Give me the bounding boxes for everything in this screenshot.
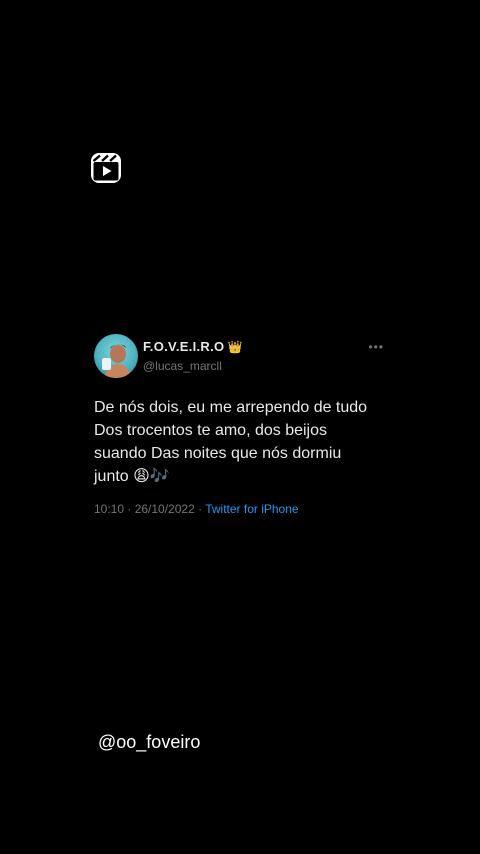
tweet-meta: 10:10 · 26/10/2022 · Twitter for iPhone: [94, 502, 390, 516]
tweet-author: F.O.V.E.I.R.O 👑 @lucas_marcll: [143, 338, 242, 373]
tweet-card: F.O.V.E.I.R.O 👑 @lucas_marcll ••• De nós …: [94, 334, 390, 516]
reels-icon: [91, 153, 121, 183]
tweet-text: De nós dois, eu me arrependo de tudo Dos…: [94, 399, 368, 485]
user-handle[interactable]: @lucas_marcll: [143, 359, 242, 373]
display-name[interactable]: F.O.V.E.I.R.O: [143, 339, 224, 354]
avatar-illustration: [102, 344, 132, 378]
avatar[interactable]: [94, 334, 138, 378]
tweet-timestamp: 10:10 · 26/10/2022 ·: [94, 502, 206, 516]
tweet-source-link[interactable]: Twitter for iPhone: [205, 502, 298, 516]
watermark-handle: @oo_foveiro: [98, 732, 201, 752]
tweet-header: F.O.V.E.I.R.O 👑 @lucas_marcll •••: [94, 334, 390, 378]
more-options-icon[interactable]: •••: [368, 340, 384, 354]
crown-icon: 👑: [227, 340, 243, 354]
